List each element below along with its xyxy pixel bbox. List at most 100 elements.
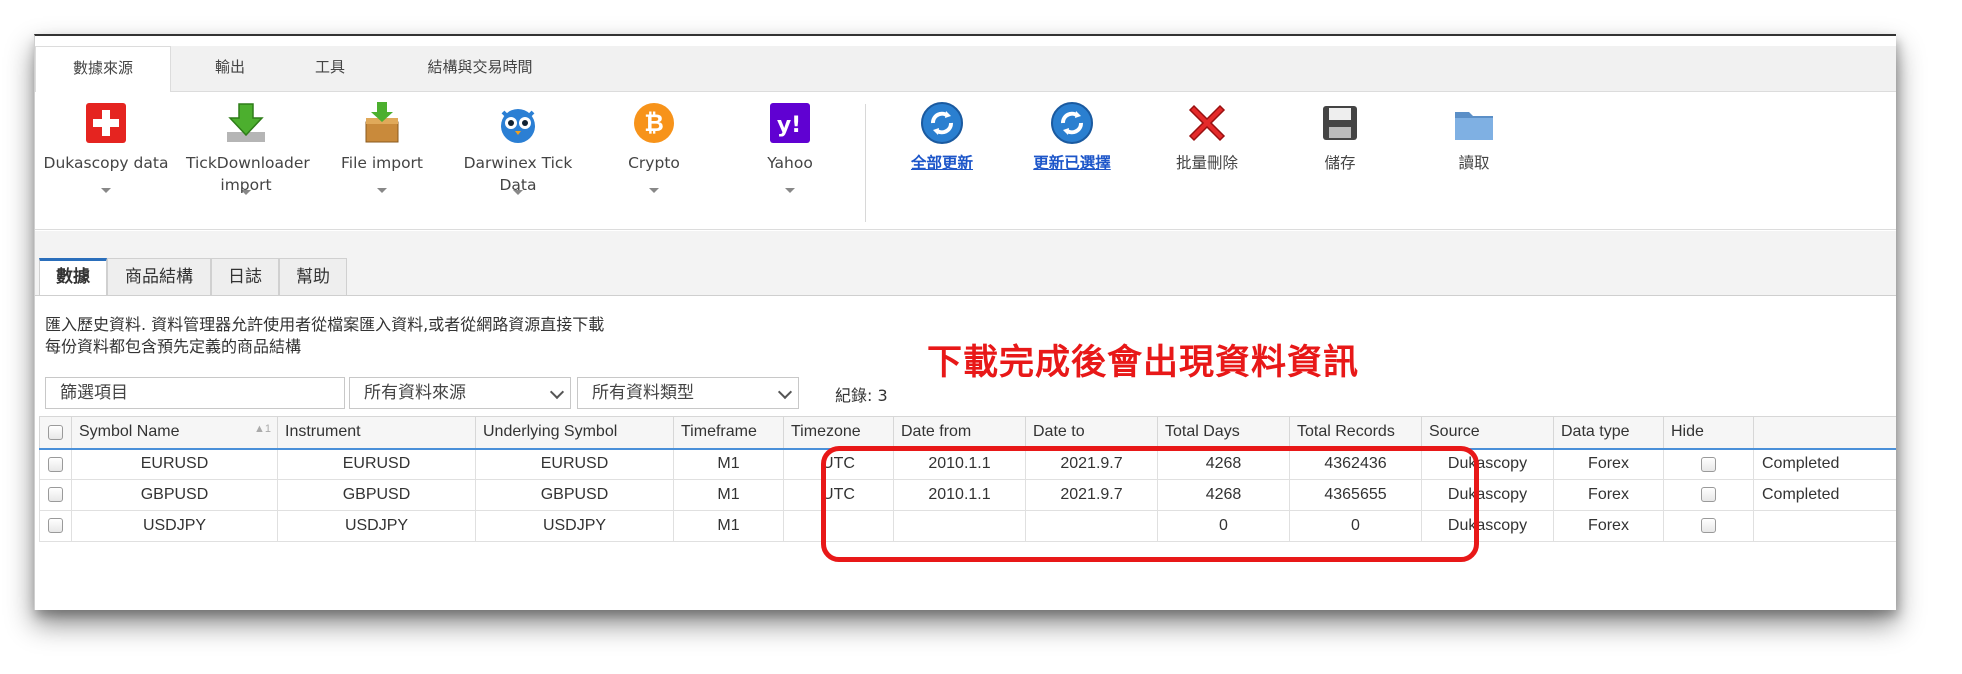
tab-help[interactable]: 幫助 [279,258,347,296]
hide-checkbox[interactable] [1701,518,1716,534]
checkbox-icon [48,487,63,503]
description-line-2: 每份資料都包含預先定義的商品結構 [45,337,302,356]
darwinex-tick-data-label: Darwinex Tick Data [463,154,573,194]
ribbon-tab-output[interactable]: 輸出 [185,46,275,92]
column-header[interactable]: Instrument [277,416,476,450]
save-label: 儲存 [1324,154,1356,172]
column-header[interactable]: Total Records [1289,416,1422,450]
record-count: 紀錄: 3 [835,386,888,405]
cell-hide[interactable] [1663,510,1754,542]
darwinex-tick-data-button[interactable]: Darwinex Tick Data [453,100,583,195]
ribbon-tab-bar: 數據來源 輸出 工具 結構與交易時間 [35,46,1896,93]
cell-timeframe: M1 [673,448,784,480]
row-checkbox[interactable] [39,510,72,542]
update-all-button[interactable]: 全部更新 [877,100,1007,174]
refresh-icon [1049,100,1095,146]
cell-instrument: USDJPY [277,510,476,542]
column-header[interactable]: Source [1421,416,1554,450]
filter-search-input[interactable]: 篩選項目 [45,377,345,409]
save-button[interactable]: 儲存 [1275,100,1405,174]
column-header[interactable]: Symbol Name ▲1 [71,416,278,450]
cell-instrument: EURUSD [277,448,476,480]
hide-checkbox[interactable] [1701,456,1716,472]
cell-timeframe: M1 [673,510,784,542]
ribbon-tab-structure-hours[interactable]: 結構與交易時間 [400,46,560,92]
sort-indicator: ▲1 [253,423,271,436]
update-all-label[interactable]: 全部更新 [877,152,1007,174]
chevron-down-icon[interactable] [649,188,659,193]
cell-status [1753,510,1896,542]
swiss-flag-icon [83,100,129,146]
tab-divider [35,295,1896,296]
cell-data-type: Forex [1553,479,1664,511]
ribbon-toolbar: Dukascopy data TickDownloader import Fil… [35,92,1896,230]
tab-symbol-structure[interactable]: 商品結構 [107,258,211,296]
box-import-icon [359,100,405,146]
chevron-down-icon[interactable] [101,188,111,193]
column-header[interactable]: Date from [893,416,1026,450]
batch-delete-button[interactable]: 批量刪除 [1142,100,1272,174]
tab-log[interactable]: 日誌 [211,258,279,296]
dukascopy-data-button[interactable]: Dukascopy data [41,100,171,193]
column-header[interactable] [1753,416,1896,450]
chevron-down-icon [777,384,793,400]
cell-hide[interactable] [1663,448,1754,480]
cell-instrument: GBPUSD [277,479,476,511]
update-selected-label[interactable]: 更新已選擇 [1007,152,1137,174]
ribbon-separator [865,104,866,222]
cell-underlying: GBPUSD [475,479,674,511]
red-x-icon [1184,100,1230,146]
description-line-1: 匯入歷史資料. 資料管理器允許使用者從檔案匯入資料,或者從網路資源直接下載 [45,315,605,334]
row-checkbox[interactable] [39,479,72,511]
owl-icon [495,100,541,146]
load-label: 讀取 [1458,154,1490,172]
description: 匯入歷史資料. 資料管理器允許使用者從檔案匯入資料,或者從網路資源直接下載 每份… [45,314,604,358]
checkbox-icon [48,456,63,472]
column-header[interactable]: Total Days [1157,416,1290,450]
column-header[interactable]: Underlying Symbol [475,416,674,450]
checkbox-icon [48,518,63,534]
column-header[interactable]: Data type [1553,416,1664,450]
cell-symbol: EURUSD [71,448,278,480]
ribbon-tab-tools[interactable]: 工具 [285,46,375,92]
annotation-text: 下載完成後會出現資料資訊 [927,343,1360,383]
column-header[interactable]: Timezone [783,416,894,450]
hide-checkbox[interactable] [1701,487,1716,503]
column-header[interactable]: Hide [1663,416,1754,450]
column-header[interactable]: Timeframe [673,416,784,450]
folder-icon [1451,100,1497,146]
type-select[interactable]: 所有資料類型 [577,377,799,409]
refresh-icon [919,100,965,146]
load-button[interactable]: 讀取 [1409,100,1539,174]
chevron-down-icon[interactable] [785,188,795,193]
ribbon-tab-data-source[interactable]: 數據來源 [35,46,171,93]
checkbox-icon [48,424,63,440]
select-all-checkbox[interactable] [39,416,72,450]
yahoo-label: Yahoo [767,154,813,172]
column-label: Symbol Name [79,423,180,441]
column-header[interactable]: Date to [1025,416,1158,450]
svg-text:₿: ₿ [644,109,664,137]
yahoo-button[interactable]: y! Yahoo [725,100,855,193]
app-window: 數據來源 輸出 工具 結構與交易時間 Dukascopy data TickDo… [34,34,1896,610]
yahoo-icon: y! [767,100,813,146]
crypto-button[interactable]: ₿ Crypto [589,100,719,193]
download-arrow-icon [223,100,269,146]
tickdownloader-import-button[interactable]: TickDownloader import [181,100,311,195]
row-checkbox[interactable] [39,448,72,480]
chevron-down-icon[interactable] [377,188,387,193]
file-import-button[interactable]: File import [317,100,447,193]
batch-delete-label: 批量刪除 [1175,154,1238,172]
cell-underlying: EURUSD [475,448,674,480]
floppy-disk-icon [1317,100,1363,146]
svg-text:y!: y! [777,113,801,138]
cell-hide[interactable] [1663,479,1754,511]
crypto-label: Crypto [628,154,680,172]
source-select[interactable]: 所有資料來源 [349,377,571,409]
cell-data-type: Forex [1553,448,1664,480]
update-selected-button[interactable]: 更新已選擇 [1007,100,1137,174]
tab-data[interactable]: 數據 [39,258,107,296]
cell-symbol: USDJPY [71,510,278,542]
chevron-down-icon [549,384,565,400]
cell-symbol: GBPUSD [71,479,278,511]
